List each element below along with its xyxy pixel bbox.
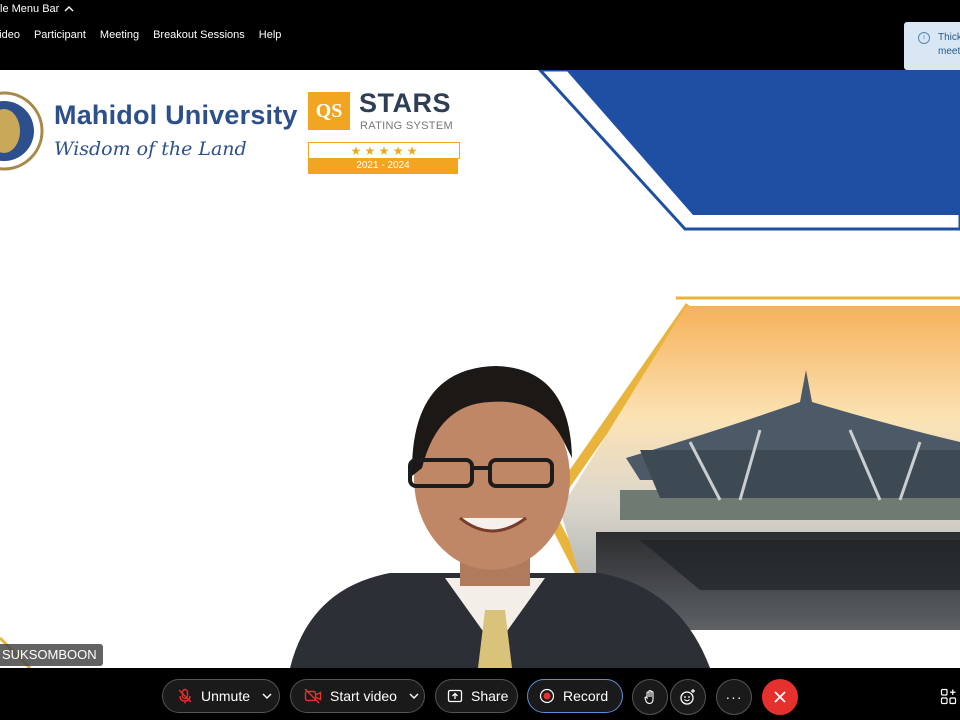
qs-stars-title: STARS [359,88,452,118]
university-seal-logo [0,91,44,171]
reactions-button[interactable] [670,679,706,715]
meeting-controls-toolbar: Unmute Start video Share Record ··· [0,668,960,720]
hide-menu-bar-label: le Menu Bar [0,3,60,15]
apps-button[interactable] [940,688,958,711]
start-video-label: Start video [330,688,397,704]
close-icon [774,691,786,703]
qs-rating-system-label: RATING SYSTEM [360,120,453,132]
record-label: Record [563,688,609,704]
record-icon [539,688,555,704]
participant-video-figure [290,366,710,668]
more-icon: ··· [725,689,743,705]
shared-presentation: Mahidol University Wisdom of the Land QS… [0,70,960,668]
info-icon: i [918,32,930,44]
hide-menu-bar-toggle[interactable]: le Menu Bar [0,3,75,15]
hand-icon [644,689,654,705]
record-button[interactable]: Record [527,679,623,713]
unmute-label: Unmute [201,688,251,704]
notification-text: Thick meet [938,32,960,57]
qs-logo: QS [308,92,350,130]
emoji-icon [680,689,695,705]
share-label: Share [471,688,509,704]
share-button[interactable]: Share [435,679,518,713]
chevron-up-icon [64,6,74,12]
share-screen-icon [447,689,463,703]
raise-hand-button[interactable] [632,679,668,715]
video-off-icon [304,688,322,704]
notification-banner[interactable]: i Thick meet [904,22,960,70]
participant-name-tag: SUKSOMBOON [0,644,103,666]
unmute-button[interactable]: Unmute [162,679,280,713]
end-meeting-button[interactable] [762,679,798,715]
university-name: Mahidol University [54,100,298,130]
qs-star-rating: ★ ★ ★ ★ ★ [308,142,460,159]
microphone-muted-icon [178,688,192,704]
university-tagline: Wisdom of the Land [54,138,247,160]
apps-grid-icon [940,688,957,705]
qs-rating-years: 2021 - 2024 [308,158,458,174]
more-options-button[interactable]: ··· [716,679,752,715]
menu-breakout-sessions[interactable]: Breakout Sessions [153,29,245,41]
chevron-down-icon[interactable] [409,691,419,701]
menu-meeting[interactable]: Meeting [100,29,139,41]
chevron-down-icon[interactable] [262,691,272,701]
menu-items: Video Participant Meeting Breakout Sessi… [0,29,295,41]
menu-participant[interactable]: Participant [34,29,86,41]
top-menu-bar: le Menu Bar Video Participant Meeting Br… [0,0,960,70]
menu-help[interactable]: Help [259,29,282,41]
start-video-button[interactable]: Start video [290,679,425,713]
menu-video[interactable]: Video [0,29,20,41]
